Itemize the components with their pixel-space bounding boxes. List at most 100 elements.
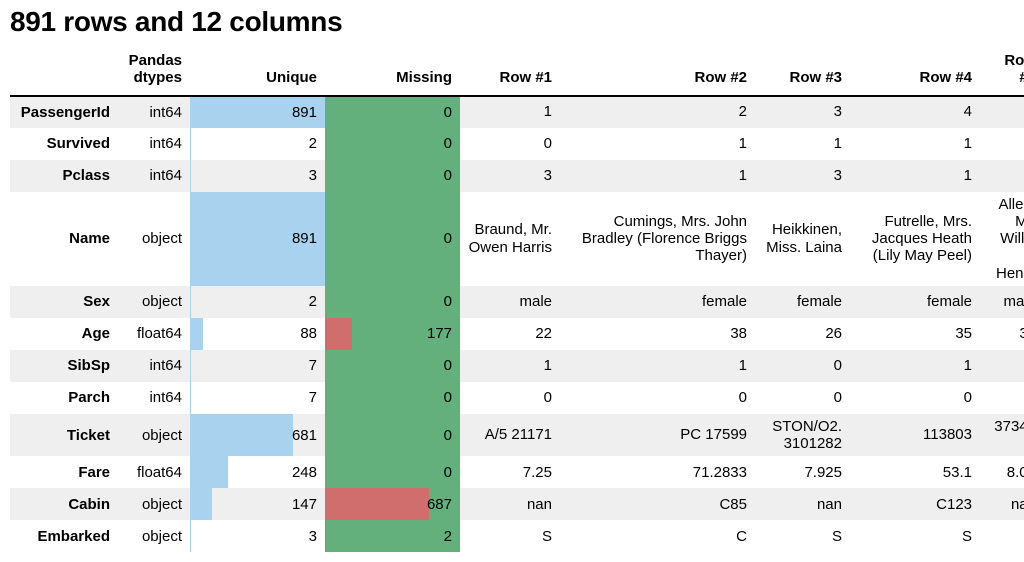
- unique-value: 3: [190, 528, 325, 545]
- col-header-row5: Row #5: [980, 48, 1024, 96]
- missing-cell: 177: [325, 318, 460, 350]
- table-row: Survivedint642001110: [10, 128, 1024, 160]
- sample-cell: 22: [460, 318, 560, 350]
- unique-value: 7: [190, 389, 325, 406]
- missing-cell: 687: [325, 488, 460, 520]
- unique-cell: 88: [190, 318, 325, 350]
- missing-value: 0: [325, 293, 460, 310]
- sample-cell: 35: [850, 318, 980, 350]
- col-header-row4: Row #4: [850, 48, 980, 96]
- sample-cell: male: [980, 286, 1024, 318]
- sample-cell: 71.2833: [560, 456, 755, 488]
- sample-cell: 53.1: [850, 456, 980, 488]
- unique-value: 2: [190, 293, 325, 310]
- sample-cell: PC 17599: [560, 414, 755, 457]
- sample-cell: 0: [460, 382, 560, 414]
- sample-cell: 1: [460, 96, 560, 128]
- table-row: Parchint647000000: [10, 382, 1024, 414]
- table-row: Sexobject20malefemalefemalefemalemale: [10, 286, 1024, 318]
- unique-cell: 681: [190, 414, 325, 457]
- row-label: SibSp: [10, 350, 120, 382]
- row-label: Cabin: [10, 488, 120, 520]
- missing-cell: 2: [325, 520, 460, 552]
- dtype-cell: float64: [120, 456, 190, 488]
- table-row: Agefloat64881772238263535: [10, 318, 1024, 350]
- sample-cell: 0: [755, 350, 850, 382]
- sample-cell: 1: [755, 128, 850, 160]
- table-row: Pclassint643031313: [10, 160, 1024, 192]
- missing-cell: 0: [325, 382, 460, 414]
- sample-cell: S: [980, 520, 1024, 552]
- unique-cell: 2: [190, 128, 325, 160]
- sample-cell: 38: [560, 318, 755, 350]
- table-row: Embarkedobject32SCSSS: [10, 520, 1024, 552]
- missing-value: 2: [325, 528, 460, 545]
- col-header-row1: Row #1: [460, 48, 560, 96]
- unique-value: 7: [190, 357, 325, 374]
- sample-cell: C: [560, 520, 755, 552]
- sample-cell: 1: [560, 160, 755, 192]
- sample-cell: 3: [755, 160, 850, 192]
- sample-cell: 1: [850, 128, 980, 160]
- sample-cell: Allen, Mr. William Henry: [980, 192, 1024, 286]
- sample-cell: C85: [560, 488, 755, 520]
- table-row: PassengerIdint64891012345: [10, 96, 1024, 128]
- sample-cell: 4: [850, 96, 980, 128]
- dtype-cell: float64: [120, 318, 190, 350]
- sample-cell: 7.925: [755, 456, 850, 488]
- summary-table: Pandas dtypes Unique Missing Row #1 Row …: [10, 48, 1024, 552]
- row-label: Ticket: [10, 414, 120, 457]
- sample-cell: Futrelle, Mrs. Jacques Heath (Lily May P…: [850, 192, 980, 286]
- dtype-cell: object: [120, 520, 190, 552]
- unique-cell: 147: [190, 488, 325, 520]
- unique-value: 248: [190, 464, 325, 481]
- sample-cell: nan: [980, 488, 1024, 520]
- sample-cell: 1: [850, 160, 980, 192]
- row-label: Name: [10, 192, 120, 286]
- dtype-cell: int64: [120, 160, 190, 192]
- unique-value: 147: [190, 496, 325, 513]
- missing-cell: 0: [325, 350, 460, 382]
- unique-value: 891: [190, 104, 325, 121]
- row-label: Embarked: [10, 520, 120, 552]
- sample-cell: Heikkinen, Miss. Laina: [755, 192, 850, 286]
- dtype-cell: int64: [120, 350, 190, 382]
- missing-value: 0: [325, 464, 460, 481]
- sample-cell: 0: [980, 382, 1024, 414]
- unique-value: 891: [190, 230, 325, 247]
- col-header-row3: Row #3: [755, 48, 850, 96]
- missing-value: 0: [325, 357, 460, 374]
- unique-cell: 891: [190, 96, 325, 128]
- sample-cell: nan: [755, 488, 850, 520]
- sample-cell: 1: [560, 350, 755, 382]
- sample-cell: 8.05: [980, 456, 1024, 488]
- sample-cell: 3: [755, 96, 850, 128]
- table-row: SibSpint647011010: [10, 350, 1024, 382]
- missing-value: 0: [325, 135, 460, 152]
- sample-cell: male: [460, 286, 560, 318]
- row-label: Fare: [10, 456, 120, 488]
- dtype-cell: int64: [120, 128, 190, 160]
- col-header-blank: [10, 48, 120, 96]
- page-title: 891 rows and 12 columns: [10, 6, 1014, 38]
- row-label: PassengerId: [10, 96, 120, 128]
- sample-cell: A/5 21171: [460, 414, 560, 457]
- unique-value: 681: [190, 427, 325, 444]
- unique-value: 3: [190, 167, 325, 184]
- sample-cell: S: [850, 520, 980, 552]
- row-label: Pclass: [10, 160, 120, 192]
- sample-cell: 26: [755, 318, 850, 350]
- sample-cell: 0: [980, 128, 1024, 160]
- unique-cell: 7: [190, 382, 325, 414]
- sample-cell: 373450: [980, 414, 1024, 457]
- unique-cell: 3: [190, 160, 325, 192]
- col-header-missing: Missing: [325, 48, 460, 96]
- missing-cell: 0: [325, 192, 460, 286]
- sample-cell: 7.25: [460, 456, 560, 488]
- row-label: Survived: [10, 128, 120, 160]
- missing-value: 177: [325, 325, 460, 342]
- dtype-cell: object: [120, 286, 190, 318]
- sample-cell: S: [755, 520, 850, 552]
- dtype-cell: object: [120, 414, 190, 457]
- sample-cell: 0: [460, 128, 560, 160]
